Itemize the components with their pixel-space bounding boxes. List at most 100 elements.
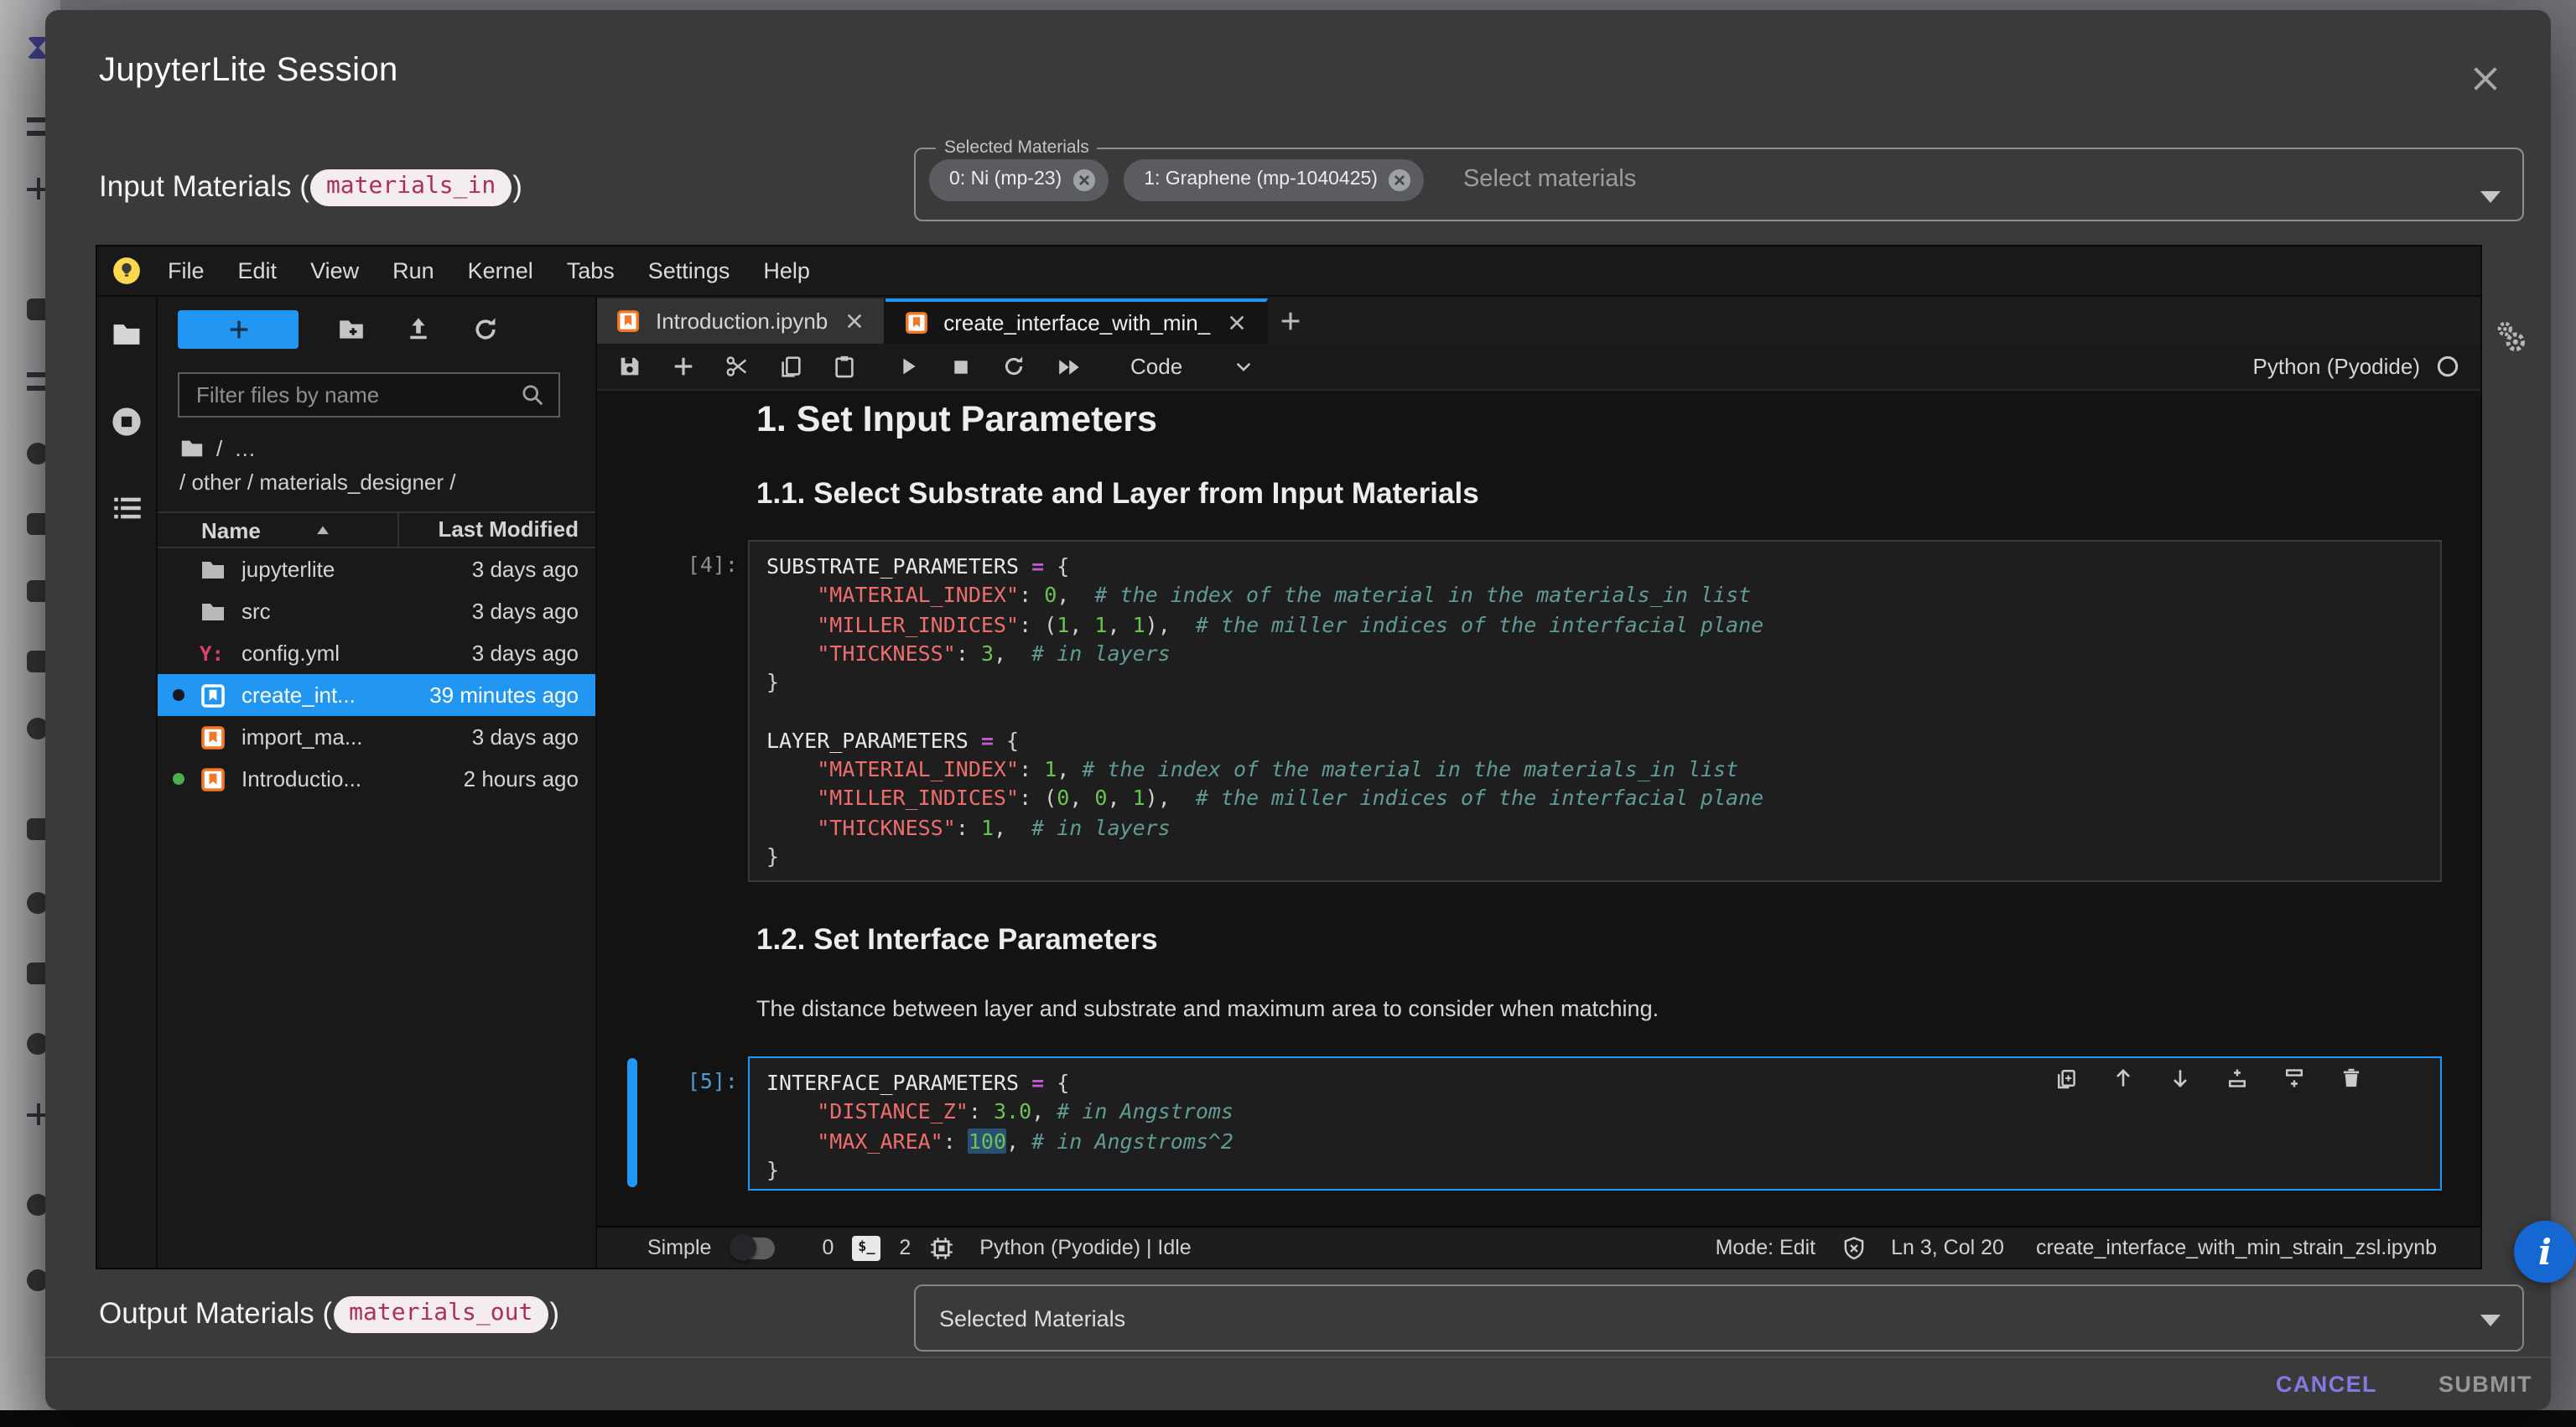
kernel-name[interactable]: Python (Pyodide) — [2253, 354, 2420, 379]
add-cell-icon[interactable] — [671, 354, 696, 379]
file-browser-panel: / … / other / materials_designer / Name … — [158, 297, 597, 1268]
select-materials-placeholder[interactable]: Select materials — [1463, 166, 1636, 193]
status-bar: Simple 0 $_ 2 Python (Pyodide) | Idle Mo… — [597, 1226, 2480, 1268]
code-line: "MILLER_INDICES": (1, 1, 1), # the mille… — [766, 610, 2440, 639]
close-tab-icon[interactable] — [1225, 312, 1247, 334]
restart-kernel-icon[interactable] — [1001, 354, 1026, 379]
yaml-file-icon: Y: — [200, 640, 226, 667]
file-row-jupyterlite[interactable]: jupyterlite3 days ago — [158, 548, 595, 590]
file-row-config-yml[interactable]: Y:config.yml3 days ago — [158, 632, 595, 674]
submit-button[interactable]: SUBMIT — [2438, 1372, 2532, 1397]
save-icon[interactable] — [617, 354, 642, 379]
menu-kernel[interactable]: Kernel — [451, 257, 550, 283]
menu-view[interactable]: View — [293, 257, 376, 283]
code-line: SUBSTRATE_PARAMETERS = { — [766, 552, 2440, 581]
new-tab-icon[interactable] — [1267, 298, 1314, 344]
notebook-icon — [200, 682, 226, 708]
cell-type-select[interactable]: Code — [1130, 354, 1182, 379]
chevron-down-icon[interactable] — [1233, 355, 1254, 377]
file-modified: 3 days ago — [397, 724, 595, 750]
terminal-icon: $_ — [852, 1235, 880, 1260]
kernel-status-icon[interactable] — [2435, 354, 2460, 379]
chevron-down-icon[interactable] — [2480, 1315, 2501, 1326]
file-modified: 39 minutes ago — [397, 682, 595, 708]
code-line — [766, 697, 2440, 726]
file-name: jupyterlite — [242, 557, 397, 582]
kernel-status-text[interactable]: Python (Pyodide) | Idle — [979, 1236, 1191, 1259]
tab-create-interface[interactable]: create_interface_with_min_ — [885, 298, 1267, 344]
mode-indicator[interactable]: Mode: Edit — [1716, 1236, 1816, 1259]
filter-files-input[interactable] — [193, 381, 520, 409]
open-tabs-icon[interactable] — [112, 493, 142, 523]
delete-cell-icon[interactable] — [2340, 1066, 2363, 1090]
file-row-src[interactable]: src3 days ago — [158, 590, 595, 632]
cursor-position[interactable]: Ln 3, Col 20 — [1891, 1236, 2004, 1259]
file-row-import-ma-[interactable]: import_ma...3 days ago — [158, 716, 595, 758]
copy-cells-icon[interactable] — [778, 354, 803, 379]
file-name: import_ma... — [242, 724, 397, 750]
restart-run-all-icon[interactable] — [1055, 353, 1082, 380]
material-chip-0[interactable]: 0: Ni (mp-23) — [929, 158, 1109, 200]
trust-shield-icon[interactable] — [1841, 1235, 1866, 1260]
selected-materials-field[interactable]: Selected Materials 0: Ni (mp-23)1: Graph… — [914, 138, 2524, 221]
code-line: "MATERIAL_INDEX": 0, # the index of the … — [766, 581, 2440, 610]
breadcrumb-ellipsis[interactable]: … — [234, 436, 256, 461]
cut-cells-icon[interactable] — [724, 354, 750, 379]
material-chip-1[interactable]: 1: Graphene (mp-1040425) — [1124, 158, 1425, 200]
close-icon[interactable] — [2467, 60, 2504, 97]
status-filename[interactable]: create_interface_with_min_strain_zsl.ipy… — [2036, 1236, 2437, 1259]
cancel-button[interactable]: CANCEL — [2276, 1372, 2377, 1397]
insert-cell-below-icon[interactable] — [2283, 1066, 2306, 1090]
chip-delete-icon[interactable] — [1072, 167, 1097, 192]
file-browser-icon[interactable] — [111, 319, 143, 350]
stop-kernel-icon[interactable] — [949, 355, 973, 378]
code-cell-5-active[interactable]: INTERFACE_PARAMETERS = { "DISTANCE_Z": 3… — [748, 1056, 2442, 1191]
menu-settings[interactable]: Settings — [631, 257, 747, 283]
running-sessions-icon[interactable] — [111, 406, 143, 438]
run-cell-icon[interactable] — [896, 354, 921, 379]
notebook-content: 1. Set Input Parameters 1.1. Select Subs… — [597, 391, 2480, 1226]
main-dock: Introduction.ipynb create_interface_with… — [597, 297, 2480, 1268]
duplicate-cell-icon[interactable] — [2054, 1066, 2078, 1090]
settings-gears-icon[interactable] — [2492, 319, 2531, 357]
terminal-count[interactable]: 0 — [822, 1236, 834, 1259]
input-materials-label: Input Materials (materials_in) — [99, 169, 522, 206]
column-header-name[interactable]: Name — [158, 517, 397, 542]
file-row-introductio-[interactable]: Introductio...2 hours ago — [158, 758, 595, 800]
home-folder-icon[interactable] — [179, 436, 205, 461]
notebook-icon — [615, 309, 641, 334]
menu-run[interactable]: Run — [376, 257, 451, 283]
new-launcher-button[interactable] — [178, 310, 299, 349]
simple-mode-toggle[interactable] — [730, 1237, 775, 1258]
code-line: "MILLER_INDICES": (0, 0, 1), # the mille… — [766, 784, 2440, 813]
tab-bar: Introduction.ipynb create_interface_with… — [597, 297, 2480, 344]
tab-introduction[interactable]: Introduction.ipynb — [597, 298, 885, 344]
refresh-icon[interactable] — [471, 315, 500, 344]
menu-file[interactable]: File — [151, 257, 221, 283]
upload-icon[interactable] — [404, 315, 433, 344]
insert-cell-above-icon[interactable] — [2225, 1066, 2249, 1090]
close-tab-icon[interactable] — [843, 310, 865, 332]
file-row-create-int-[interactable]: create_int...39 minutes ago — [158, 674, 595, 716]
menu-help[interactable]: Help — [746, 257, 827, 283]
unsaved-dot — [173, 689, 184, 701]
notebook-icon — [903, 310, 928, 335]
menu-tabs[interactable]: Tabs — [550, 257, 631, 283]
output-materials-select[interactable]: Selected Materials — [914, 1284, 2524, 1352]
move-cell-up-icon[interactable] — [2111, 1066, 2135, 1090]
new-folder-icon[interactable] — [337, 315, 366, 344]
info-button[interactable]: i — [2514, 1221, 2576, 1283]
paste-cells-icon[interactable] — [832, 354, 857, 379]
menu-edit[interactable]: Edit — [221, 257, 294, 283]
selected-materials-chips: 0: Ni (mp-23) 1: Graphene (mp-1040425) Sel… — [916, 151, 2522, 208]
search-icon — [520, 382, 545, 407]
chevron-down-icon[interactable] — [2480, 191, 2501, 203]
code-line: "THICKNESS": 1, # in layers — [766, 812, 2440, 842]
kernel-count[interactable]: 2 — [899, 1236, 911, 1259]
code-cell-4[interactable]: SUBSTRATE_PARAMETERS = { "MATERIAL_INDEX… — [748, 540, 2442, 882]
move-cell-down-icon[interactable] — [2168, 1066, 2192, 1090]
column-header-modified[interactable]: Last Modified — [397, 513, 595, 547]
chip-delete-icon[interactable] — [1388, 167, 1413, 192]
breadcrumb[interactable]: / … / other / materials_designer / — [179, 436, 575, 495]
output-materials-label: Output Materials (materials_out) — [99, 1296, 559, 1333]
